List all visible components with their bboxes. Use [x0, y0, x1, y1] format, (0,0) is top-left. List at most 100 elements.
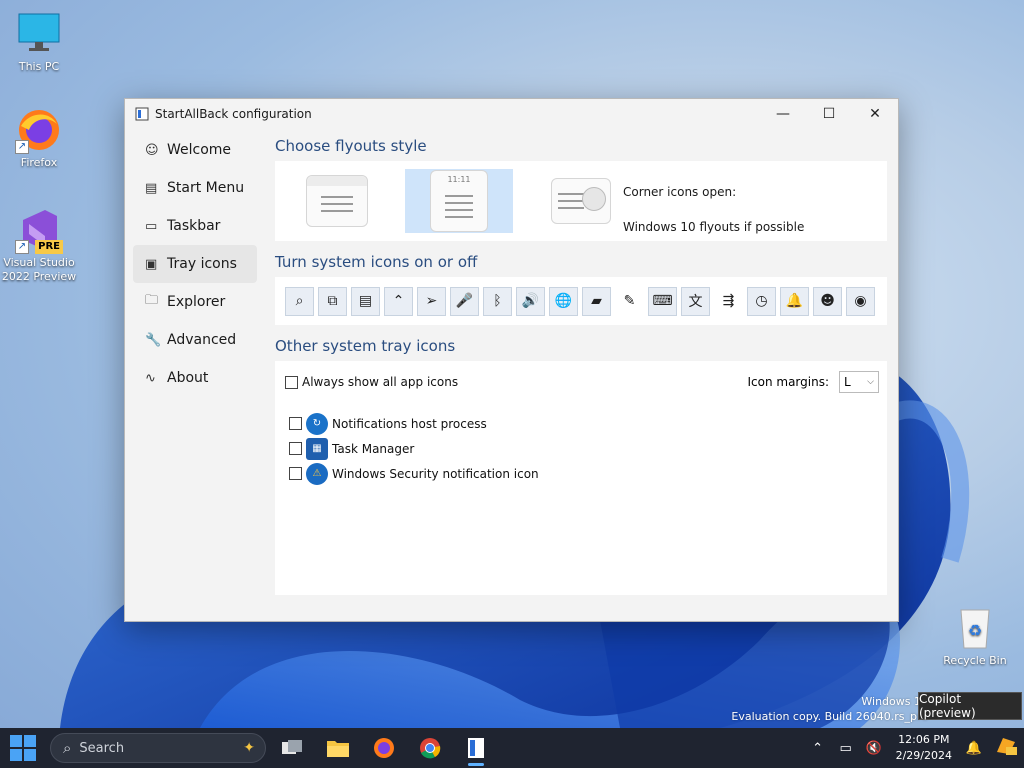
- startallback-taskbar-button[interactable]: [456, 728, 496, 768]
- flyout-style-option-1[interactable]: [283, 169, 391, 233]
- chevron-up-icon[interactable]: ⌃: [804, 741, 832, 756]
- wrench-icon: 🔧: [145, 332, 162, 348]
- language-icon: 文: [688, 294, 703, 310]
- folder-icon: [327, 741, 349, 757]
- start-button[interactable]: [10, 735, 36, 761]
- desktop-icon-label: Firefox: [20, 156, 58, 169]
- clock-toggle[interactable]: ◷: [747, 286, 776, 316]
- microphone-icon: 🎤: [455, 293, 474, 309]
- content-pane: Choose flyouts style 11:11 Corner icons …: [275, 131, 887, 595]
- svg-text:♻: ♻: [968, 621, 982, 640]
- icon-margins-select[interactable]: L ⌵: [839, 371, 879, 393]
- mixer-toggle[interactable]: ⇶: [714, 286, 743, 316]
- desktop-icon-label: This PC: [18, 60, 60, 73]
- desktop-icon-recycle-bin[interactable]: ♻ Recycle Bin: [936, 604, 1014, 668]
- title-bar[interactable]: StartAllBack configuration — ☐ ✕: [125, 99, 898, 129]
- chrome-button[interactable]: [410, 728, 450, 768]
- system-icons-heading: Turn system icons on or off: [275, 253, 478, 271]
- flyout-style-option-2[interactable]: 11:11: [405, 169, 513, 233]
- flyout-preview-icon: [306, 175, 368, 227]
- desktop-icon-firefox[interactable]: ↗ Firefox: [0, 106, 78, 170]
- list-item-label: Task Manager: [332, 441, 415, 456]
- file-explorer-button[interactable]: [318, 728, 358, 768]
- tray-icon: ▣: [145, 256, 158, 272]
- widgets-toggle[interactable]: ▤: [351, 286, 380, 316]
- always-show-checkbox[interactable]: [285, 375, 298, 389]
- desktop-icon-visual-studio[interactable]: PRE ↗ Visual Studio 2022 Preview: [0, 206, 78, 284]
- sidebar-item-explorer[interactable]: 🗀 Explorer: [133, 283, 257, 321]
- desktop-icon-this-pc[interactable]: This PC: [0, 10, 78, 74]
- chrome-icon: [420, 738, 441, 759]
- visual-studio-icon: PRE ↗: [15, 206, 63, 254]
- eye-icon: ◉: [854, 293, 867, 309]
- firefox-button[interactable]: [364, 728, 404, 768]
- shortcut-arrow-icon: ↗: [15, 240, 29, 254]
- chevron-up-toggle[interactable]: ⌃: [384, 286, 413, 316]
- clock[interactable]: 12:06 PM 2/29/2024: [896, 732, 952, 764]
- bell-icon[interactable]: 🔔: [960, 741, 988, 756]
- sidebar-item-about[interactable]: ∿ About: [133, 359, 257, 397]
- meet-toggle[interactable]: ☻: [813, 286, 842, 316]
- task-view-button[interactable]: [272, 728, 312, 768]
- sidebar-item-taskbar[interactable]: ▭ Taskbar: [133, 207, 257, 245]
- volume-toggle[interactable]: 🔊: [516, 286, 545, 316]
- sidebar-item-label: About: [167, 370, 209, 386]
- sidebar-item-label: Advanced: [167, 332, 237, 348]
- desktop-icon-label: Recycle Bin: [943, 654, 1007, 667]
- list-item[interactable]: ⚠ Windows Security notification icon: [285, 461, 877, 486]
- network-icon[interactable]: ▭: [832, 741, 860, 756]
- list-item[interactable]: ↻ Notifications host process: [285, 411, 877, 436]
- battery-toggle[interactable]: ▰: [582, 286, 611, 316]
- eye-toggle[interactable]: ◉: [846, 286, 875, 316]
- checkbox[interactable]: [289, 467, 302, 480]
- minimize-button[interactable]: —: [760, 99, 806, 129]
- start-menu-icon: ▤: [145, 180, 158, 196]
- language-toggle[interactable]: 文: [681, 286, 710, 316]
- windows-security-icon: ⚠: [306, 462, 328, 485]
- list-item[interactable]: ▦ Task Manager: [285, 436, 877, 461]
- firefox-icon: [374, 738, 394, 758]
- location-toggle[interactable]: ➢: [417, 286, 446, 316]
- sidebar-item-start-menu[interactable]: ▤ Start Menu: [133, 169, 257, 207]
- flyouts-panel: 11:11 Corner icons open: Windows 10 flyo…: [275, 161, 887, 241]
- folder-icon: 🗀: [145, 293, 159, 308]
- keyboard-toggle[interactable]: ⌨: [648, 286, 677, 316]
- search-box[interactable]: ⌕ Search ✦: [50, 733, 266, 763]
- chevron-down-icon: ⌵: [867, 377, 874, 387]
- corner-icons-value[interactable]: Windows 10 flyouts if possible: [623, 210, 804, 245]
- bluetooth-toggle[interactable]: ᛒ: [483, 286, 512, 316]
- monitor-icon: [15, 10, 63, 58]
- task-view-toggle[interactable]: ⧉: [318, 286, 347, 316]
- mixer-icon: ⇶: [722, 293, 735, 309]
- checkbox[interactable]: [289, 417, 302, 430]
- copilot-icon[interactable]: [988, 736, 1024, 760]
- flyout-preview-clock: 11:11: [447, 175, 471, 184]
- task-view-icon: ⧉: [327, 293, 338, 309]
- clock-date: 2/29/2024: [895, 749, 952, 762]
- recycle-bin-icon: ♻: [951, 604, 999, 652]
- preview-badge: PRE: [35, 240, 63, 254]
- corner-icons-info: Corner icons open: Windows 10 flyouts if…: [623, 175, 804, 245]
- always-show-label: Always show all app icons: [302, 375, 459, 389]
- maximize-button[interactable]: ☐: [806, 99, 852, 129]
- flyout-style-option-3[interactable]: [527, 169, 635, 233]
- microphone-toggle[interactable]: 🎤: [450, 286, 479, 316]
- sidebar: ☺ Welcome ▤ Start Menu ▭ Taskbar ▣ Tray icon…: [133, 131, 257, 397]
- evaluation-watermark: Windows 11 Evaluation copy. Build 26040.…: [731, 694, 928, 724]
- sidebar-item-welcome[interactable]: ☺ Welcome: [133, 131, 257, 169]
- firefox-icon: ↗: [15, 106, 63, 154]
- search-toggle[interactable]: ⌕: [285, 286, 314, 316]
- task-view-icon: [282, 740, 302, 754]
- chevron-up-icon: ⌃: [392, 293, 405, 309]
- volume-muted-icon[interactable]: 🔇: [860, 741, 888, 756]
- sparkle-icon: ✦: [243, 740, 255, 756]
- sidebar-item-advanced[interactable]: 🔧 Advanced: [133, 321, 257, 359]
- window-title: StartAllBack configuration: [155, 107, 312, 121]
- bell-toggle[interactable]: 🔔: [780, 286, 809, 316]
- sidebar-item-tray-icons[interactable]: ▣ Tray icons: [133, 245, 257, 283]
- pen-toggle[interactable]: ✎: [615, 286, 644, 316]
- checkbox[interactable]: [289, 442, 302, 455]
- globe-toggle[interactable]: 🌐: [549, 286, 578, 316]
- notifications-host-icon: ↻: [306, 412, 328, 435]
- close-button[interactable]: ✕: [852, 99, 898, 129]
